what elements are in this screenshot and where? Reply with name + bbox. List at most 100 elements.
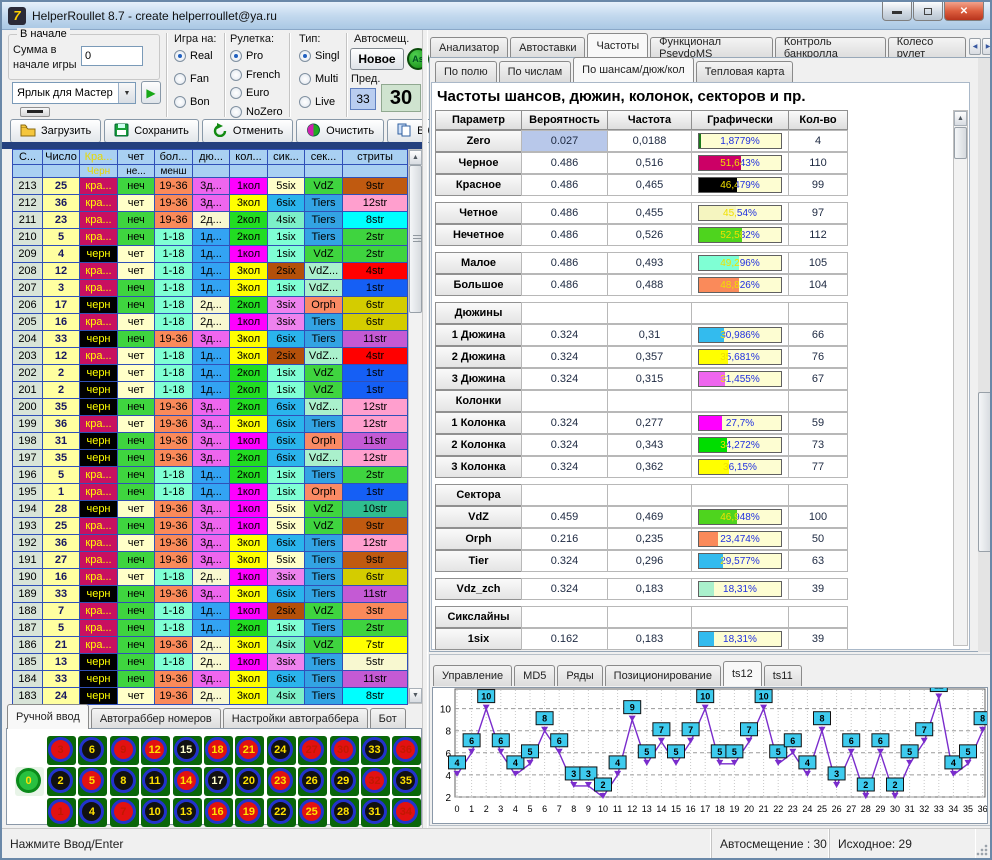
freq-scroll-thumb[interactable] bbox=[954, 127, 967, 159]
history-row[interactable]: 18933черннеч19-363д...3кол6sixTiers11str bbox=[13, 586, 408, 603]
number-button-11[interactable]: 11 bbox=[141, 767, 170, 796]
number-button-9[interactable]: 9 bbox=[110, 736, 139, 765]
tab-анализатор[interactable]: Анализатор bbox=[430, 37, 508, 58]
history-scrollbar[interactable]: ▲ ▼ bbox=[408, 149, 423, 704]
chart-tab-md5[interactable]: MD5 bbox=[514, 665, 555, 686]
number-button-0[interactable]: 0 bbox=[15, 767, 44, 796]
input-tab-автограббер-номеров[interactable]: Автограббер номеров bbox=[91, 708, 221, 729]
history-row[interactable]: 18513черннеч1-182д...1кол3sixTiers5str bbox=[13, 654, 408, 671]
clear-button[interactable]: Очистить bbox=[296, 119, 384, 143]
history-row[interactable]: 2094чернчет1-181д...1кол1sixVdZ2str bbox=[13, 246, 408, 263]
tab-частоты[interactable]: Частоты bbox=[587, 33, 648, 58]
history-row[interactable]: 19127кра...неч19-363д...3кол5sixTiers9st… bbox=[13, 552, 408, 569]
number-button-19[interactable]: 19 bbox=[235, 798, 264, 827]
number-button-35[interactable]: 35 bbox=[392, 767, 421, 796]
subtab-по-шансам-дюж-кол[interactable]: По шансам/дюж/кол bbox=[573, 57, 694, 82]
tabs-scroll-right-icon[interactable]: ▶ bbox=[982, 38, 992, 55]
number-button-16[interactable]: 16 bbox=[204, 798, 233, 827]
history-row[interactable]: 21236кра...чет19-363д...3кол6sixTiers12s… bbox=[13, 195, 408, 212]
number-button-29[interactable]: 29 bbox=[330, 767, 359, 796]
history-row[interactable]: 2022чернчет1-181д...2кол1sixVdZ1str bbox=[13, 365, 408, 382]
radio-real[interactable]: Real bbox=[174, 50, 213, 62]
number-button-6[interactable]: 6 bbox=[78, 736, 107, 765]
page-scroll-thumb[interactable] bbox=[978, 392, 992, 552]
chart-tab-ts12[interactable]: ts12 bbox=[723, 661, 762, 686]
scroll-up-icon[interactable]: ▲ bbox=[409, 150, 422, 165]
load-button[interactable]: Загрузить bbox=[10, 119, 101, 143]
history-row[interactable]: 1887кра...неч1-181д...1кол2sixVdZ3str bbox=[13, 603, 408, 620]
radio-live[interactable]: Live bbox=[299, 96, 335, 108]
radio-bon[interactable]: Bon bbox=[174, 96, 210, 108]
number-button-36[interactable]: 36 bbox=[392, 736, 421, 765]
history-row[interactable]: 2105кра...неч1-181д...2кол1sixTiers2str bbox=[13, 229, 408, 246]
freq-scroll-up-icon[interactable]: ▲ bbox=[954, 111, 967, 126]
history-row[interactable]: 19428чернчет19-363д...1кол5sixVdZ10str bbox=[13, 501, 408, 518]
tabs-scroll-left-icon[interactable]: ◀ bbox=[969, 38, 981, 55]
history-row[interactable]: 19735черннеч19-363д...2кол6sixVdZ...12st… bbox=[13, 450, 408, 467]
history-row[interactable]: 18324чернчет19-362д...3кол4sixTiers8str bbox=[13, 688, 408, 705]
number-button-15[interactable]: 15 bbox=[173, 736, 202, 765]
tab-автоставки[interactable]: Автоставки bbox=[510, 37, 585, 58]
play-button[interactable]: ▶ bbox=[141, 81, 161, 104]
input-tab-ручной-ввод[interactable]: Ручной ввод bbox=[7, 704, 89, 729]
history-row[interactable]: 1875кра...неч1-181д...2кол1sixTiers2str bbox=[13, 620, 408, 637]
radio-singl[interactable]: Singl bbox=[299, 50, 339, 62]
history-row[interactable]: 19236кра...чет19-363д...3кол6sixTiers12s… bbox=[13, 535, 408, 552]
number-button-10[interactable]: 10 bbox=[141, 798, 170, 827]
close-button[interactable]: ✕ bbox=[944, 2, 984, 21]
subtab-тепловая-карта[interactable]: Тепловая карта bbox=[696, 61, 794, 82]
history-row[interactable]: 19016кра...чет1-182д...1кол3sixTiers6str bbox=[13, 569, 408, 586]
chart-tab-позиционирование[interactable]: Позиционирование bbox=[605, 665, 721, 686]
chart-tab-ts11[interactable]: ts11 bbox=[764, 665, 802, 686]
number-button-13[interactable]: 13 bbox=[173, 798, 202, 827]
resize-grip[interactable] bbox=[976, 844, 988, 856]
input-tab-настройки-автограббера[interactable]: Настройки автограббера bbox=[223, 708, 368, 729]
number-button-31[interactable]: 31 bbox=[361, 798, 390, 827]
history-row[interactable]: 20312кра...чет1-181д...3кол2sixVdZ...4st… bbox=[13, 348, 408, 365]
history-row[interactable]: 19936кра...чет19-363д...3кол6sixTiers12s… bbox=[13, 416, 408, 433]
radio-euro[interactable]: Euro bbox=[230, 87, 269, 99]
history-row[interactable]: 1965кра...неч1-181д...2кол1sixTiers2str bbox=[13, 467, 408, 484]
history-row[interactable]: 18433черннеч19-363д...3кол6sixTiers11str bbox=[13, 671, 408, 688]
minimize-button[interactable]: ▬ bbox=[882, 2, 912, 21]
number-button-1[interactable]: 1 bbox=[47, 798, 76, 827]
chevron-down-icon[interactable]: ▼ bbox=[118, 83, 135, 103]
number-button-5[interactable]: 5 bbox=[78, 767, 107, 796]
number-button-25[interactable]: 25 bbox=[298, 798, 327, 827]
subtab-по-числам[interactable]: По числам bbox=[499, 61, 572, 82]
undo-button[interactable]: Отменить bbox=[202, 119, 293, 143]
radio-fan[interactable]: Fan bbox=[174, 73, 209, 85]
number-button-22[interactable]: 22 bbox=[267, 798, 296, 827]
new-button[interactable]: Новое bbox=[350, 48, 404, 70]
number-button-28[interactable]: 28 bbox=[330, 798, 359, 827]
number-button-24[interactable]: 24 bbox=[267, 736, 296, 765]
maximize-button[interactable] bbox=[913, 2, 943, 21]
tab-функционал-psevdoms[interactable]: Функционал PsevdoMS bbox=[650, 37, 773, 58]
number-button-12[interactable]: 12 bbox=[141, 736, 170, 765]
number-button-20[interactable]: 20 bbox=[235, 767, 264, 796]
history-row[interactable]: 19831черннеч19-363д...1кол6sixOrph11str bbox=[13, 433, 408, 450]
save-button[interactable]: Сохранить bbox=[104, 119, 199, 143]
scroll-down-icon[interactable]: ▼ bbox=[409, 688, 422, 703]
start-sum-input[interactable] bbox=[81, 46, 143, 66]
radio-pro[interactable]: Pro bbox=[230, 50, 263, 62]
chart-tab-ряды[interactable]: Ряды bbox=[557, 665, 602, 686]
history-row[interactable]: 20812кра...чет1-181д...3кол2sixVdZ...4st… bbox=[13, 263, 408, 280]
number-button-17[interactable]: 17 bbox=[204, 767, 233, 796]
page-scrollbar[interactable] bbox=[978, 58, 992, 652]
number-button-14[interactable]: 14 bbox=[173, 767, 202, 796]
radio-multi[interactable]: Multi bbox=[299, 73, 338, 85]
history-row[interactable]: 20433черннеч19-363д...3кол6sixTiers11str bbox=[13, 331, 408, 348]
history-row[interactable]: 20035черннеч19-363д...2кол6sixVdZ...12st… bbox=[13, 399, 408, 416]
number-button-27[interactable]: 27 bbox=[298, 736, 327, 765]
preset-combobox[interactable]: Ярлык для Мастер ▼ bbox=[12, 82, 136, 104]
history-scroll-thumb[interactable] bbox=[409, 165, 422, 313]
history-row[interactable]: 18621кра...неч19-362д...3кол4sixVdZ7str bbox=[13, 637, 408, 654]
number-button-21[interactable]: 21 bbox=[235, 736, 264, 765]
number-button-8[interactable]: 8 bbox=[110, 767, 139, 796]
number-button-4[interactable]: 4 bbox=[78, 798, 107, 827]
number-button-33[interactable]: 33 bbox=[361, 736, 390, 765]
number-button-34[interactable]: 34 bbox=[392, 798, 421, 827]
number-button-2[interactable]: 2 bbox=[47, 767, 76, 796]
history-row[interactable]: 21123кра...неч19-362д...2кол4sixTiers8st… bbox=[13, 212, 408, 229]
